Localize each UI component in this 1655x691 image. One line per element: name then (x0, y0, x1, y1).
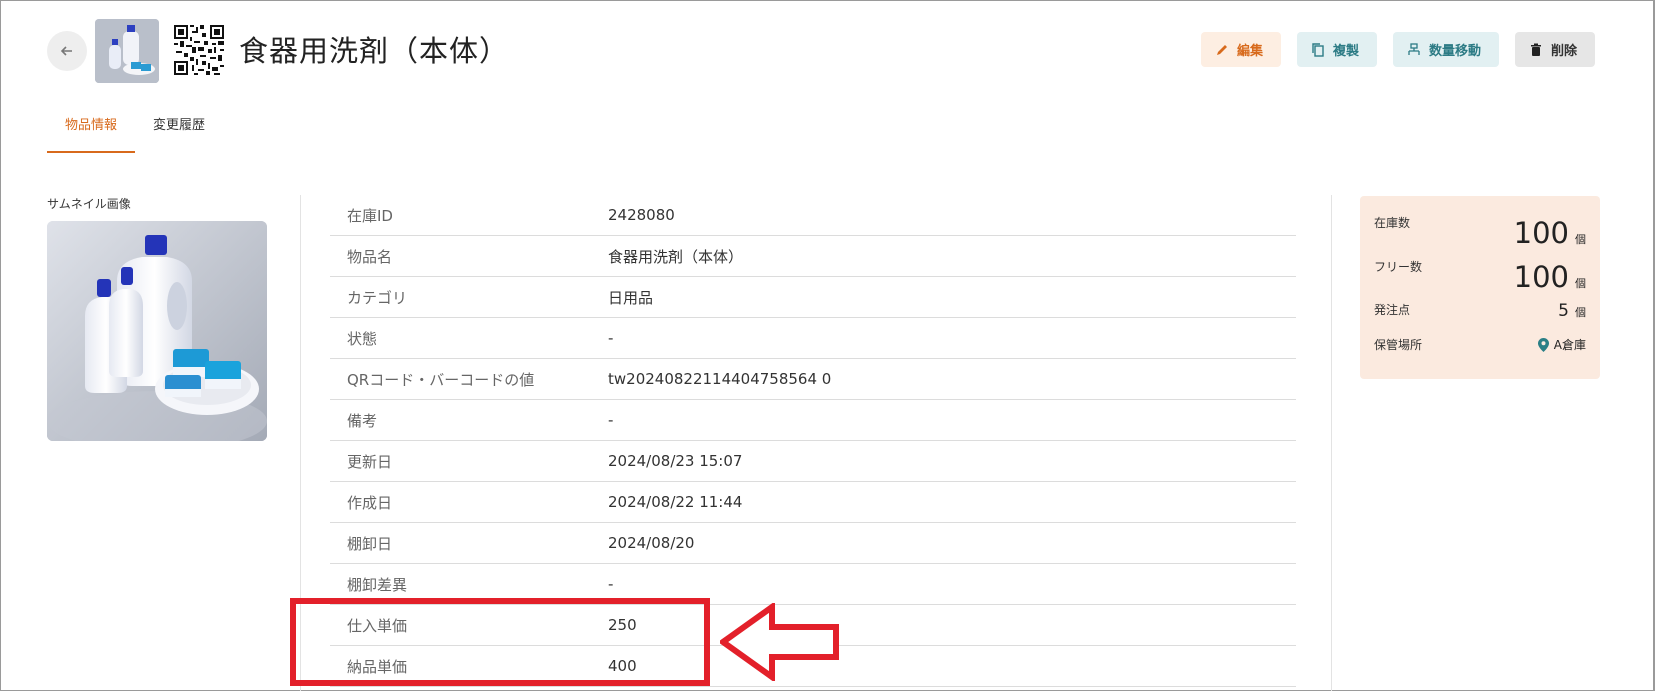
trash-icon (1531, 43, 1541, 56)
transfer-icon (1408, 42, 1420, 55)
summary-free: フリー数 100 個 (1374, 258, 1586, 301)
delete-button[interactable]: 削除 (1515, 32, 1595, 67)
annotation-arrow-left-icon (720, 603, 839, 681)
info-value: tw20240822114404758564 0 (608, 370, 832, 388)
move-quantity-button-label: 数量移動 (1429, 44, 1482, 59)
info-key: 備考 (347, 411, 378, 430)
info-value: 2024/08/22 11:44 (608, 493, 743, 511)
summary-location-value-group: A倉庫 (1537, 336, 1586, 353)
tab-item-info[interactable]: 物品情報 (47, 108, 136, 153)
summary-reorder-value: 5 (1558, 301, 1569, 321)
delete-button-label: 削除 (1551, 44, 1578, 59)
item-thumbnail-small (95, 19, 159, 83)
info-row-updated: 更新日 2024/08/23 15:07 (330, 441, 1296, 482)
info-key: 在庫ID (347, 206, 393, 225)
info-row-item-name: 物品名 食器用洗剤（本体） (330, 236, 1296, 277)
copy-button[interactable]: 複製 (1297, 32, 1377, 67)
info-row-created: 作成日 2024/08/22 11:44 (330, 482, 1296, 523)
action-toolbar: 編集 複製 数量移動 削除 (1201, 32, 1595, 67)
tab-change-history[interactable]: 変更履歴 (135, 108, 223, 153)
qr-code-icon (174, 25, 224, 75)
info-key: 棚卸差異 (347, 575, 408, 594)
info-value: 2024/08/23 15:07 (608, 452, 743, 470)
info-value: - (608, 575, 614, 593)
summary-reorder-label: 発注点 (1374, 303, 1411, 317)
info-value: 2428080 (608, 206, 675, 224)
thumbnail-label: サムネイル画像 (47, 197, 131, 211)
item-thumbnail-image (47, 221, 267, 441)
tab-bar: 物品情報 変更履歴 (47, 108, 223, 153)
info-key: 棚卸日 (347, 534, 393, 553)
info-row-inventory-date: 棚卸日 2024/08/20 (330, 523, 1296, 564)
info-key: 更新日 (347, 452, 393, 471)
summary-free-label: フリー数 (1374, 260, 1423, 274)
info-value: 食器用洗剤（本体） (608, 247, 744, 266)
edit-button-label: 編集 (1237, 44, 1264, 59)
info-key: カテゴリ (347, 288, 408, 307)
summary-stock-value-group: 100 個 (1514, 216, 1586, 250)
summary-location-label: 保管場所 (1374, 338, 1423, 352)
stock-summary-card: 在庫数 100 個 フリー数 100 個 発注点 5 個 保管場所 A倉庫 (1360, 196, 1600, 379)
divider-right (1331, 195, 1332, 691)
info-key: 状態 (347, 329, 378, 348)
pencil-icon (1217, 44, 1227, 55)
copy-icon (1312, 42, 1324, 57)
summary-stock-unit: 個 (1575, 233, 1586, 246)
summary-stock: 在庫数 100 個 (1374, 214, 1586, 258)
info-value: 日用品 (608, 288, 654, 307)
page-title: 食器用洗剤（本体） (239, 34, 510, 68)
summary-location: 保管場所 A倉庫 (1374, 336, 1586, 366)
info-key: 物品名 (347, 247, 393, 266)
summary-free-unit: 個 (1575, 277, 1586, 290)
info-row-notes: 備考 - (330, 400, 1296, 441)
info-value: - (608, 329, 614, 347)
summary-reorder-value-group: 5 個 (1558, 301, 1586, 321)
arrow-left-icon (60, 46, 72, 56)
edit-button[interactable]: 編集 (1201, 32, 1281, 67)
info-row-category: カテゴリ 日用品 (330, 277, 1296, 318)
map-pin-icon (1537, 337, 1549, 352)
summary-stock-value: 100 (1513, 216, 1569, 250)
info-row-code-value: QRコード・バーコードの値 tw20240822114404758564 0 (330, 359, 1296, 400)
info-row-stock-id: 在庫ID 2428080 (330, 195, 1296, 236)
annotation-highlight-box (290, 598, 710, 686)
info-key: 作成日 (347, 493, 393, 512)
back-button[interactable] (47, 31, 87, 71)
copy-button-label: 複製 (1333, 44, 1360, 59)
summary-free-value: 100 (1513, 260, 1569, 294)
info-value: - (608, 411, 614, 429)
summary-stock-label: 在庫数 (1374, 216, 1411, 230)
summary-free-value-group: 100 個 (1514, 260, 1586, 294)
summary-reorder: 発注点 5 個 (1374, 301, 1586, 336)
info-key: QRコード・バーコードの値 (347, 370, 535, 389)
info-row-status: 状態 - (330, 318, 1296, 359)
summary-location-value: A倉庫 (1553, 338, 1586, 352)
move-quantity-button[interactable]: 数量移動 (1393, 32, 1499, 67)
summary-reorder-unit: 個 (1575, 306, 1586, 319)
info-value: 2024/08/20 (608, 534, 695, 552)
